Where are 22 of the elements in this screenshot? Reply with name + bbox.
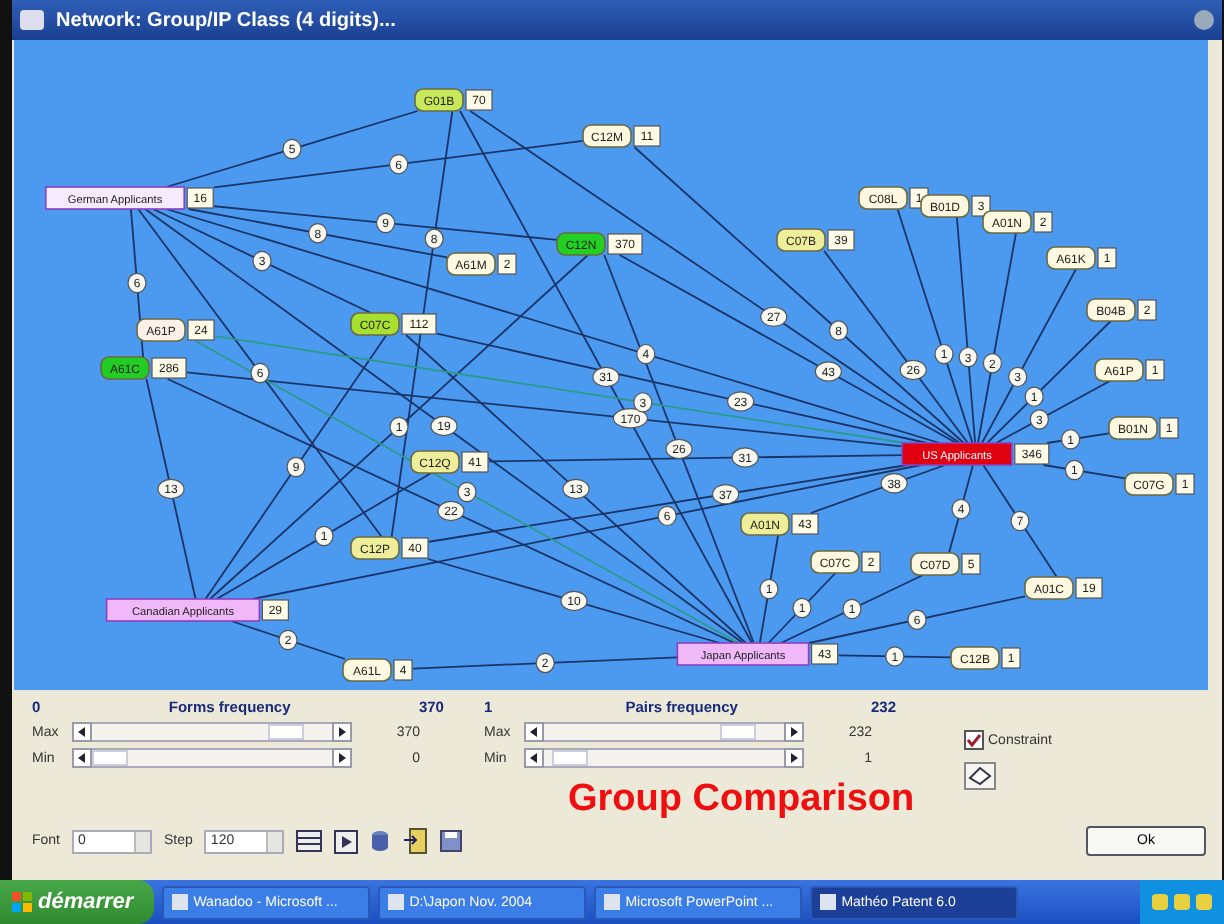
app-icon xyxy=(819,894,836,910)
slider-thumb[interactable] xyxy=(552,750,589,766)
slider-thumb[interactable] xyxy=(719,724,756,740)
play-icon[interactable] xyxy=(334,829,359,853)
windows-logo-icon xyxy=(12,892,32,912)
app-icon xyxy=(171,894,188,910)
window-title: Network: Group/IP Class (4 digits)... xyxy=(56,9,396,31)
slider-thumb[interactable] xyxy=(92,750,128,766)
slider-thumb[interactable] xyxy=(267,724,304,740)
export-icon[interactable] xyxy=(402,828,429,854)
caption-text: Group Comparison xyxy=(568,778,915,822)
connector-line xyxy=(837,654,952,659)
minimize-button[interactable] xyxy=(1194,10,1214,30)
save-icon[interactable] xyxy=(440,830,463,852)
window-icon[interactable] xyxy=(20,10,44,30)
app-icon xyxy=(603,894,620,910)
app-icon xyxy=(387,894,404,910)
checkbox[interactable] xyxy=(964,730,984,750)
eraser-icon[interactable] xyxy=(964,762,996,790)
start-button[interactable]: démarrer xyxy=(0,880,154,924)
database-icon[interactable] xyxy=(370,830,391,852)
grid-icon[interactable] xyxy=(296,830,323,852)
